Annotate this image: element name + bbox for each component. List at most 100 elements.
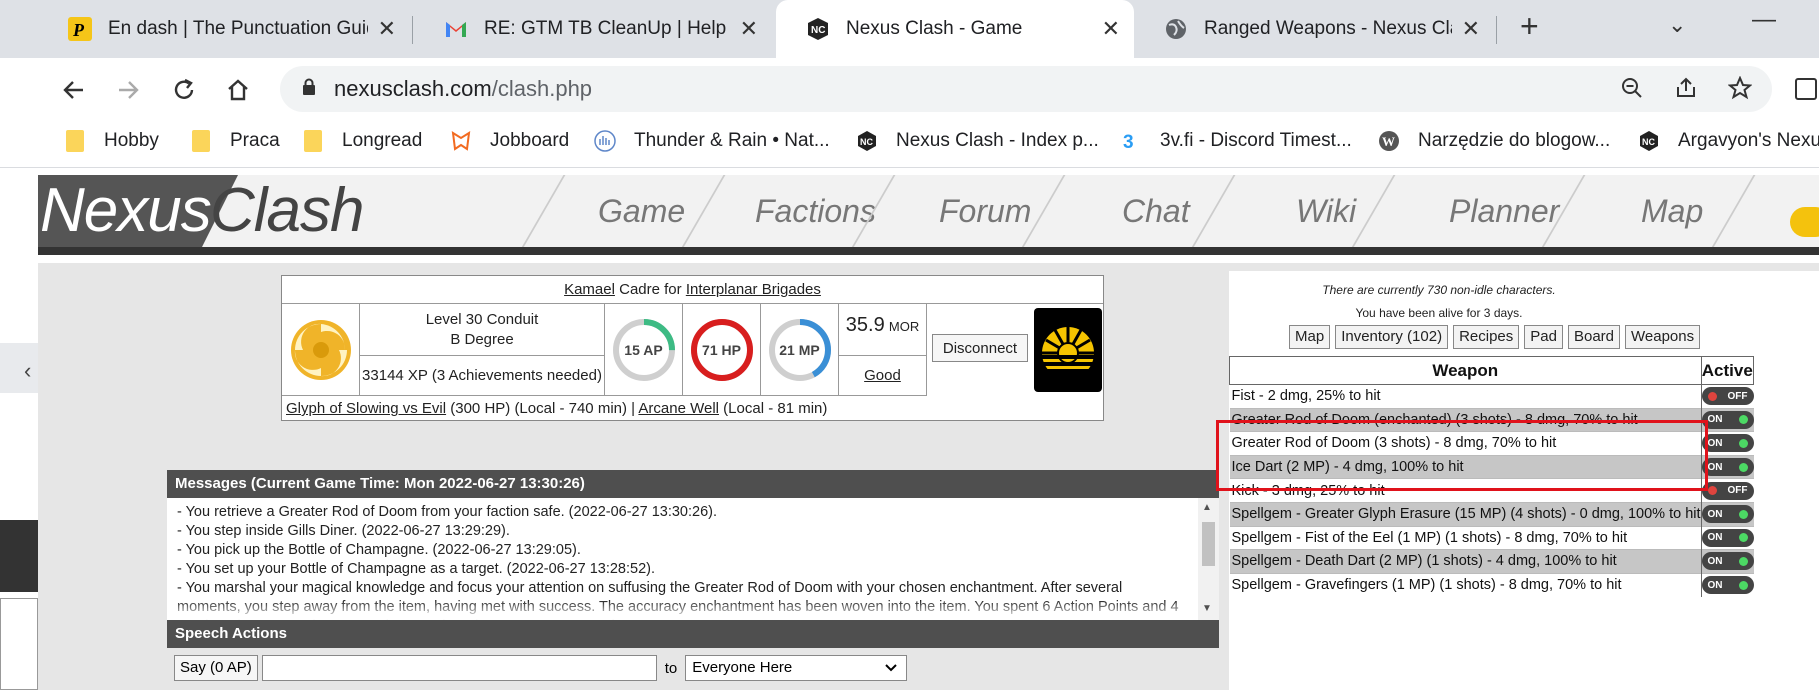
bookmark-label: 3v.fi - Discord Timest... (1160, 130, 1352, 151)
scroll-down-arrow-icon[interactable]: ▼ (1202, 603, 1212, 614)
reload-icon[interactable] (164, 70, 204, 110)
hp-value: 71 HP (702, 341, 741, 358)
tab-separator (412, 16, 413, 44)
toggle-on-dot-icon (1738, 556, 1748, 566)
bookmark-star-icon[interactable] (1727, 75, 1753, 106)
tab-punctuation-guide[interactable]: P En dash | The Punctuation Guide ✕ (38, 0, 410, 58)
forward-arrow-icon[interactable] (108, 70, 148, 110)
effect-separator: | (631, 400, 636, 417)
weapon-active-toggle[interactable]: ON (1701, 458, 1754, 477)
nav-planner[interactable]: Planner (1449, 193, 1559, 230)
map-button[interactable]: Map (1289, 325, 1331, 349)
home-icon[interactable] (218, 70, 258, 110)
nav-factions[interactable]: Factions (755, 193, 876, 230)
weapon-active-toggle[interactable]: OFF (1701, 481, 1754, 500)
bookmark-label: Argavyon's Nexus (1678, 130, 1819, 151)
bookmark-label: Praca (230, 130, 280, 151)
nav-wiki[interactable]: Wiki (1296, 193, 1356, 230)
tab-nexus-clash-game[interactable]: NC Nexus Clash - Game ✕ (776, 0, 1134, 58)
close-tab-icon[interactable]: ✕ (378, 16, 396, 42)
board-button[interactable]: Board (1567, 325, 1621, 349)
bookmark-jobboard[interactable]: Jobboard (450, 130, 569, 152)
tab-search-chevron-icon[interactable]: ⌄ (1668, 12, 1686, 38)
zoom-out-icon[interactable] (1620, 76, 1644, 106)
toggle-label: ON (1707, 437, 1723, 449)
minimize-window-icon[interactable]: — (1752, 6, 1776, 34)
lock-icon[interactable] (302, 76, 316, 102)
tab-ranged-weapons[interactable]: Ranged Weapons - Nexus Clash ✕ (1134, 0, 1494, 58)
weapon-name: Spellgem - Greater Glyph Erasure (15 MP)… (1229, 501, 1702, 527)
bookmark-narzedzie[interactable]: W Narzędzie do blogow... (1378, 130, 1610, 152)
bookmark-argavyon[interactable]: NC Argavyon's Nexus (1638, 130, 1819, 152)
logo-text-clash[interactable]: Clash (210, 175, 365, 246)
server-info: There are currently 730 non-idle charact… (1229, 279, 1649, 325)
bookmark-hobby[interactable]: Hobby (64, 130, 159, 152)
tab-gmail[interactable]: RE: GTM TB CleanUp | Help with ✕ (414, 0, 772, 58)
nav-game[interactable]: Game (598, 193, 685, 230)
weapon-active-toggle[interactable]: ON (1701, 552, 1754, 571)
scroll-up-arrow-icon[interactable]: ▲ (1202, 502, 1212, 513)
jobboard-icon (450, 130, 472, 152)
url-host: nexusclash.com (334, 76, 492, 101)
toggle-label: ON (1707, 414, 1723, 426)
scrollbar-thumb[interactable] (1202, 522, 1215, 566)
close-tab-icon[interactable]: ✕ (740, 16, 758, 42)
nav-forum[interactable]: Forum (939, 193, 1031, 230)
address-bar[interactable]: nexusclash.com/clash.php (280, 66, 1772, 112)
weapon-active-toggle[interactable]: ON (1701, 505, 1754, 524)
message-line: - You retrieve a Greater Rod of Doom fro… (177, 504, 718, 520)
bookmark-3v-fi[interactable]: 3 3v.fi - Discord Timest... (1120, 130, 1352, 152)
bookmark-nexus-clash-index[interactable]: NC Nexus Clash - Index p... (856, 130, 1099, 152)
say-text-input[interactable] (261, 655, 657, 681)
weapon-active-cell: ON (1700, 454, 1754, 479)
disconnect-button[interactable]: Disconnect (932, 334, 1028, 362)
weapon-active-cell: OFF (1700, 384, 1754, 409)
effect-link-glyph[interactable]: Glyph of Slowing vs Evil (286, 400, 446, 417)
inventory-button[interactable]: Inventory (102) (1335, 325, 1449, 349)
weapon-active-toggle[interactable]: ON (1701, 410, 1754, 429)
to-label: to (664, 659, 678, 677)
nav-extra-badge[interactable] (1790, 207, 1819, 237)
weapon-active-toggle[interactable]: ON (1701, 434, 1754, 453)
weapon-row: Spellgem - Gravefingers (1 MP) (1 shots)… (1229, 572, 1754, 597)
toggle-label: OFF (1727, 485, 1748, 497)
weapon-active-cell: ON (1700, 549, 1754, 574)
faction-emblem[interactable] (1034, 308, 1102, 392)
active-effects: Glyph of Slowing vs Evil (300 HP) (Local… (282, 396, 1103, 421)
morale-unit: MOR (888, 319, 920, 334)
new-tab-plus-icon[interactable]: + (1520, 8, 1539, 45)
mp-gauge: 21 MP (761, 304, 839, 396)
weapon-active-toggle[interactable]: OFF (1701, 387, 1754, 406)
logo-text-nexus[interactable]: Nexus (40, 175, 212, 246)
say-target-select[interactable]: Everyone Here (685, 655, 908, 681)
close-tab-icon[interactable]: ✕ (1462, 16, 1480, 42)
close-tab-icon[interactable]: ✕ (1102, 16, 1120, 42)
alignment-link[interactable]: Good (864, 367, 901, 384)
effect-link-arcane-well[interactable]: Arcane Well (638, 400, 719, 417)
weapons-button[interactable]: Weapons (1625, 325, 1701, 349)
recipes-button[interactable]: Recipes (1453, 325, 1520, 349)
weapon-active-toggle[interactable]: ON (1701, 528, 1754, 547)
bookmark-longread[interactable]: Longread (302, 130, 422, 152)
alignment-cell: Good (839, 356, 927, 396)
say-row: Say (0 AP) to Everyone Here (174, 655, 908, 681)
nav-map[interactable]: Map (1641, 193, 1703, 230)
gmail-icon (444, 17, 468, 41)
faction-link[interactable]: Interplanar Brigades (686, 281, 821, 298)
back-arrow-icon[interactable] (54, 70, 94, 110)
share-icon[interactable] (1674, 76, 1698, 106)
say-button[interactable]: Say (0 AP) (174, 655, 258, 681)
toggle-label: ON (1707, 461, 1723, 473)
weapon-active-toggle[interactable]: ON (1701, 576, 1754, 595)
chevron-down-icon (884, 656, 898, 688)
messages-scrollbar[interactable]: ▲ ▼ (1198, 498, 1219, 620)
toggle-label: OFF (1727, 390, 1748, 402)
bookmark-praca[interactable]: Praca (190, 130, 280, 152)
nav-chat[interactable]: Chat (1122, 193, 1190, 230)
pad-button[interactable]: Pad (1524, 325, 1563, 349)
character-name-link[interactable]: Kamael (564, 281, 615, 298)
side-panel-icon[interactable] (1795, 78, 1817, 100)
bookmark-thunder-rain[interactable]: Thunder & Rain • Nat... (594, 130, 830, 152)
weapon-row: Spellgem - Death Dart (2 MP) (1 shots) -… (1229, 549, 1754, 574)
toggle-on-dot-icon (1738, 533, 1748, 543)
